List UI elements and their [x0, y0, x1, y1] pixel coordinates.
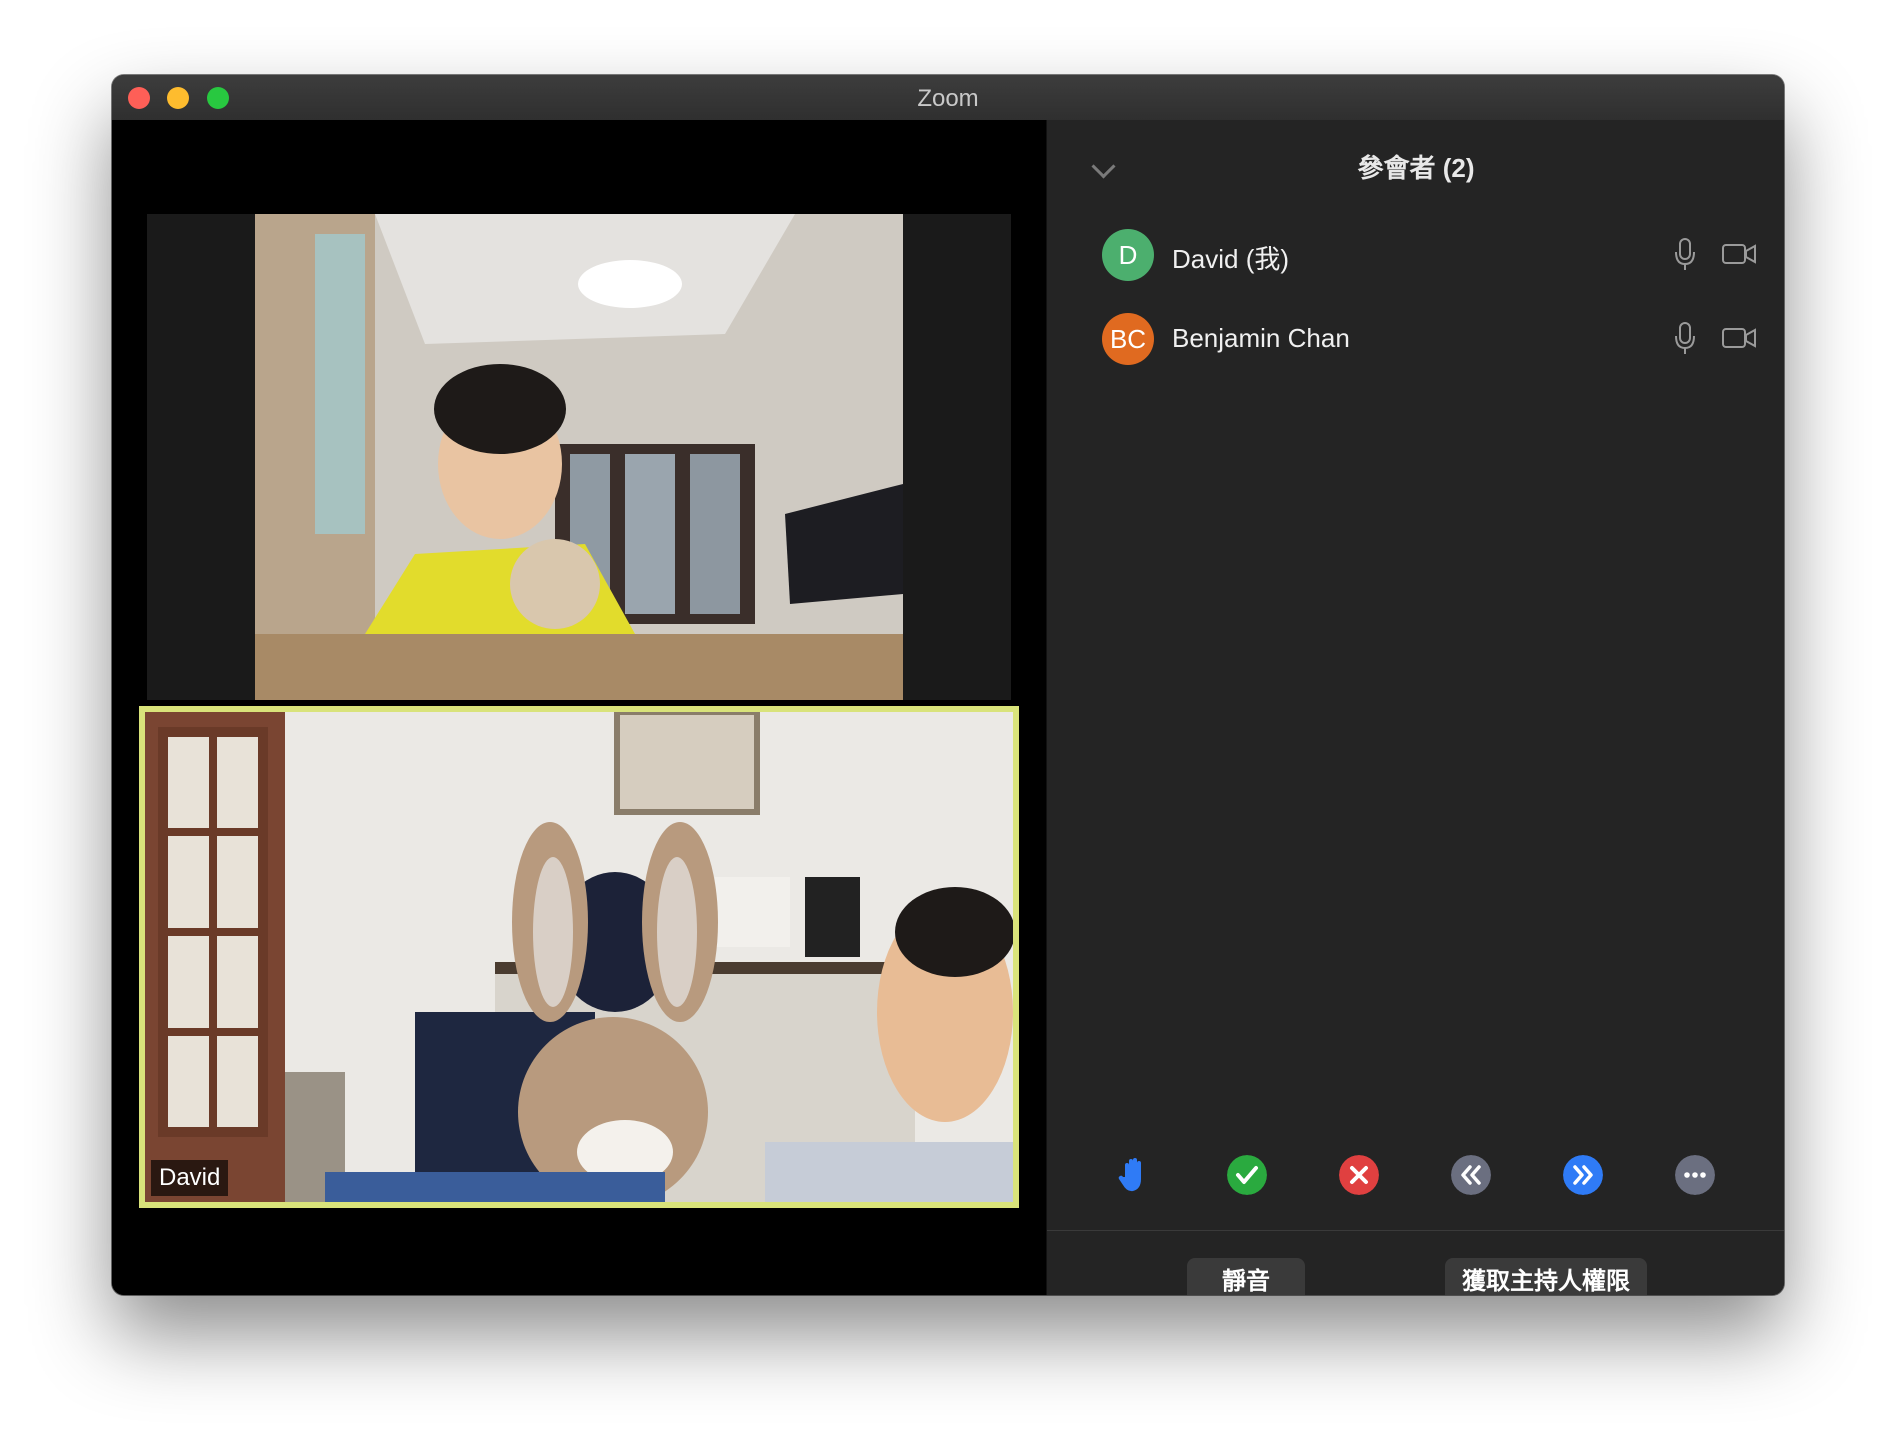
avatar: D — [1102, 229, 1154, 281]
video-camera-icon[interactable] — [1722, 326, 1756, 350]
participants-panel: 參會者 (2) D David (我) BC Benjamin Chan 靜音 … — [1046, 120, 1784, 1295]
window-title: Zoom — [917, 85, 979, 112]
participants-panel-header: 參會者 (2) — [1047, 120, 1784, 210]
participant-name: David (我) — [1172, 244, 1290, 274]
reactions-bar — [1047, 1155, 1784, 1215]
participant-name: Benjamin Chan — [1172, 323, 1350, 353]
zoom-window: Zoom David 參會者 (2) D David (我) BC Benjam… — [112, 75, 1784, 1295]
go-slower-icon[interactable] — [1451, 1155, 1491, 1195]
room-scene-illustration — [255, 214, 903, 700]
participant-row[interactable]: D David (我) — [1047, 217, 1784, 301]
video-area: David — [112, 120, 1046, 1295]
participants-panel-title: 參會者 (2) — [1357, 153, 1475, 183]
participant-video-tile[interactable] — [147, 214, 1011, 700]
self-name-tag: David — [151, 1160, 229, 1196]
video-camera-icon[interactable] — [1722, 242, 1756, 266]
panel-divider — [1047, 1230, 1784, 1231]
microphone-icon[interactable] — [1674, 238, 1696, 272]
yes-check-icon[interactable] — [1227, 1155, 1267, 1195]
participant-video-feed — [255, 214, 903, 700]
room-scene-illustration — [145, 712, 1013, 1202]
mute-all-button[interactable]: 靜音 — [1187, 1258, 1305, 1295]
self-video-feed — [145, 712, 1013, 1202]
no-x-icon[interactable] — [1339, 1155, 1379, 1195]
participant-row[interactable]: BC Benjamin Chan — [1047, 301, 1784, 385]
go-faster-icon[interactable] — [1563, 1155, 1603, 1195]
microphone-icon[interactable] — [1674, 322, 1696, 356]
title-bar: Zoom — [112, 75, 1784, 121]
avatar: BC — [1102, 313, 1154, 365]
self-video-tile[interactable]: David — [139, 706, 1019, 1208]
claim-host-button[interactable]: 獲取主持人權限 — [1445, 1258, 1647, 1295]
raise-hand-icon[interactable] — [1115, 1155, 1155, 1195]
more-icon[interactable] — [1675, 1155, 1715, 1195]
